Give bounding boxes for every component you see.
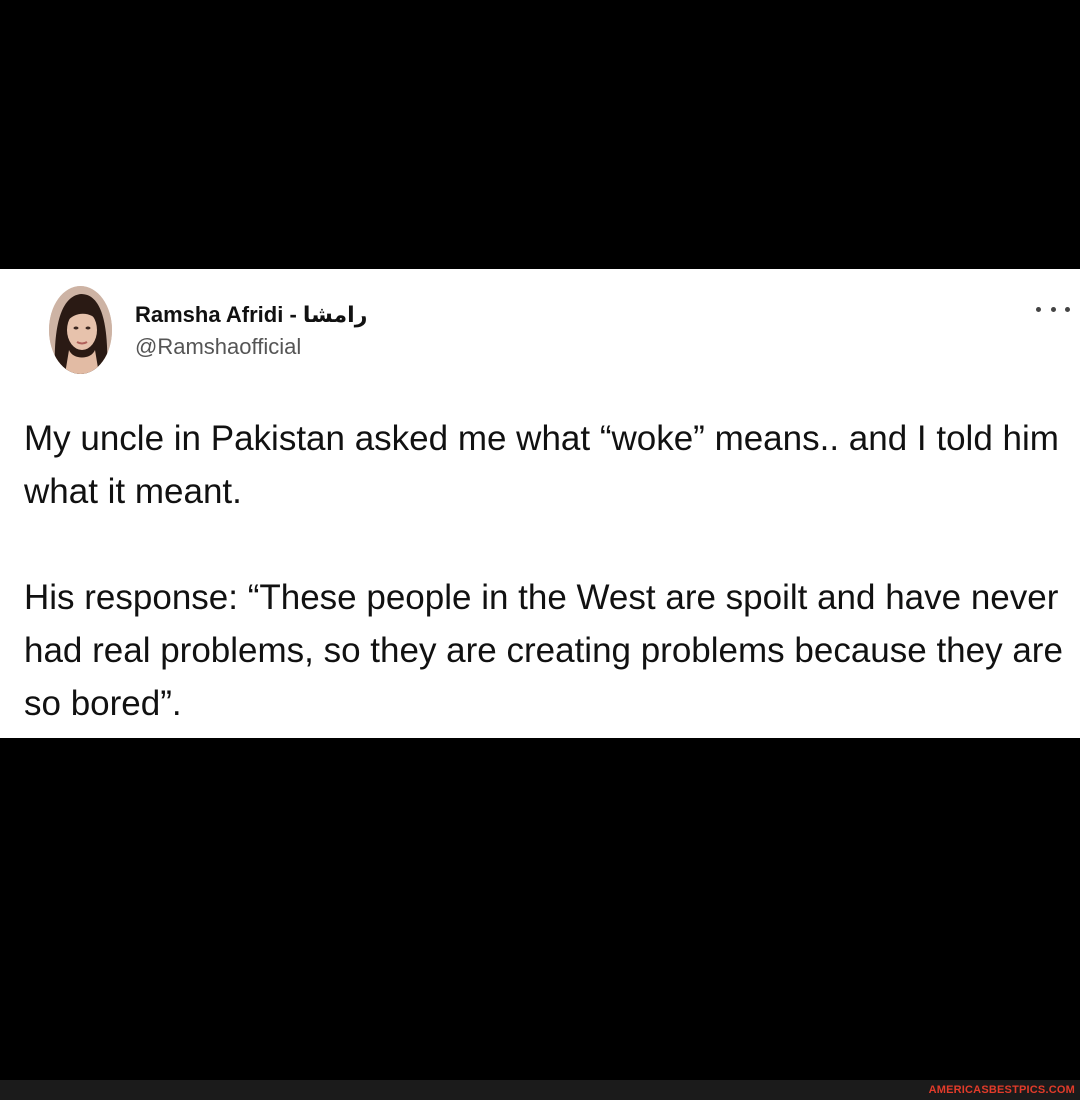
dot bbox=[1036, 306, 1041, 312]
tweet-paragraph: My uncle in Pakistan asked me what “woke… bbox=[24, 419, 1059, 511]
profile-photo bbox=[49, 286, 112, 374]
tweet-paragraph: His response: “These people in the West … bbox=[24, 578, 1063, 723]
watermark-bar: AMERICASBESTPICS.COM bbox=[0, 1080, 1080, 1100]
dot bbox=[1065, 306, 1070, 312]
more-horizontal-icon[interactable] bbox=[1036, 299, 1070, 319]
tweet-card: Ramsha Afridi - رامشا @Ramshaofficial My… bbox=[0, 269, 1080, 738]
avatar[interactable] bbox=[49, 286, 112, 374]
display-name[interactable]: Ramsha Afridi - رامشا bbox=[135, 302, 367, 328]
user-handle[interactable]: @Ramshaofficial bbox=[135, 334, 301, 360]
tweet-text: My uncle in Pakistan asked me what “woke… bbox=[24, 412, 1064, 730]
dot bbox=[1050, 306, 1056, 312]
watermark: AMERICASBESTPICS.COM bbox=[928, 1084, 1075, 1096]
